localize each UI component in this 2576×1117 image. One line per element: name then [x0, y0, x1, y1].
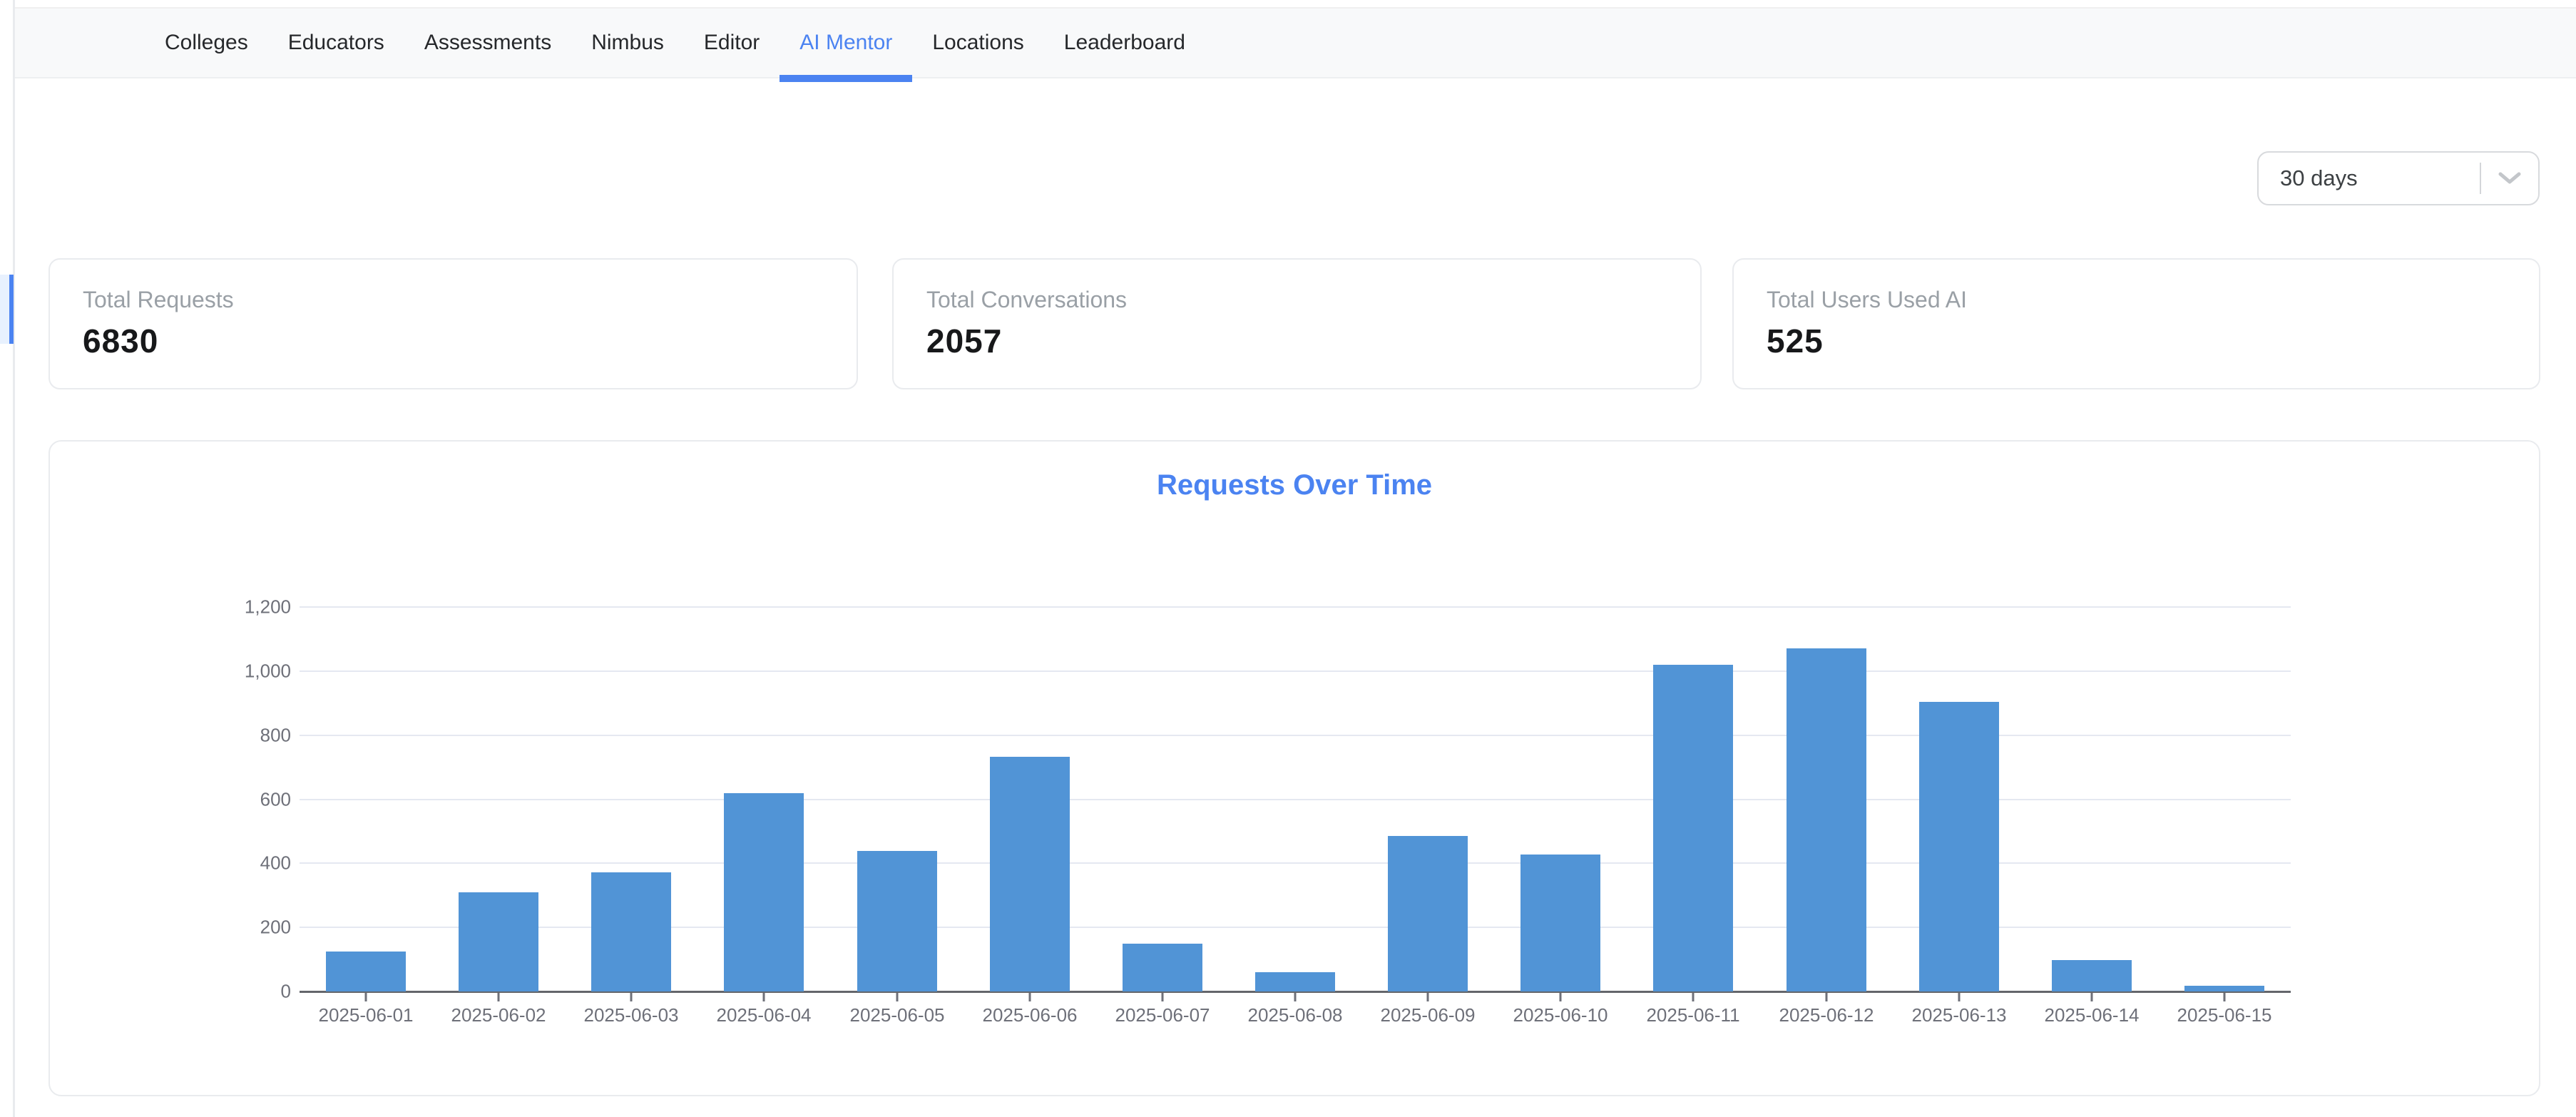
x-axis-tick	[2224, 993, 2226, 1001]
bar-2025-06-12	[1787, 648, 1866, 991]
bar-2025-06-05	[857, 851, 937, 991]
x-axis-label: 2025-06-11	[1646, 1004, 1739, 1026]
bar-2025-06-10	[1520, 855, 1600, 991]
sidebar-selected-item-fragment	[0, 275, 9, 344]
tab-assessments[interactable]: Assessments	[404, 9, 571, 77]
x-axis-tick	[896, 993, 899, 1001]
x-axis-tick	[1427, 993, 1429, 1001]
x-axis-tick	[763, 993, 765, 1001]
bar-2025-06-07	[1123, 944, 1202, 991]
tab-label: Nimbus	[591, 31, 664, 55]
y-axis-label: 600	[191, 789, 291, 811]
bar-2025-06-13	[1919, 702, 1999, 991]
tab-educators[interactable]: Educators	[268, 9, 404, 77]
x-axis-tick	[630, 993, 633, 1001]
date-range-select[interactable]: 30 days	[2257, 151, 2540, 205]
x-axis-label: 2025-06-09	[1381, 1004, 1476, 1026]
date-range-value: 30 days	[2259, 165, 2480, 191]
x-axis-label: 2025-06-06	[983, 1004, 1078, 1026]
y-axis-label: 200	[191, 917, 291, 939]
tab-nimbus[interactable]: Nimbus	[571, 9, 684, 77]
bar-2025-06-14	[2052, 960, 2132, 991]
x-axis-tick	[1560, 993, 1562, 1001]
tab-editor[interactable]: Editor	[684, 9, 780, 77]
x-axis-label: 2025-06-08	[1248, 1004, 1343, 1026]
y-axis-label: 400	[191, 852, 291, 874]
x-axis-tick	[1826, 993, 1828, 1001]
active-tab-underline	[780, 75, 912, 82]
x-axis-label: 2025-06-03	[584, 1004, 679, 1026]
bar-2025-06-02	[459, 892, 538, 991]
x-axis-tick	[1029, 993, 1031, 1001]
x-axis-tick	[1958, 993, 1961, 1001]
bar-2025-06-04	[724, 793, 804, 991]
x-axis-label: 2025-06-04	[717, 1004, 812, 1026]
tab-label: Locations	[932, 31, 1023, 55]
chart-title: Requests Over Time	[48, 469, 2540, 501]
stat-label: Total Conversations	[926, 287, 1700, 313]
left-panel-divider	[13, 0, 15, 1117]
bar-2025-06-11	[1653, 665, 1733, 991]
x-axis-tick	[1294, 993, 1297, 1001]
x-axis-label: 2025-06-05	[850, 1004, 945, 1026]
x-axis-label: 2025-06-02	[451, 1004, 546, 1026]
x-axis-label: 2025-06-10	[1513, 1004, 1608, 1026]
stat-label: Total Requests	[83, 287, 857, 313]
x-axis-label: 2025-06-14	[2045, 1004, 2140, 1026]
tab-label: Leaderboard	[1064, 31, 1185, 55]
tab-colleges[interactable]: Colleges	[145, 9, 268, 77]
ai-mentor-dashboard: Colleges Educators Assessments Nimbus Editor…	[0, 0, 2576, 1117]
bar-2025-06-01	[326, 952, 406, 991]
x-axis-tick	[1162, 993, 1164, 1001]
stat-label: Total Users Used AI	[1767, 287, 2539, 313]
stat-value: 2057	[926, 322, 1700, 360]
stat-card-total-conversations: Total Conversations 2057	[892, 258, 1702, 389]
tab-label: Assessments	[424, 31, 551, 55]
stat-value: 6830	[83, 322, 857, 360]
y-axis-label: 1,000	[191, 660, 291, 683]
x-axis-tick	[365, 993, 367, 1001]
gridline-1000	[300, 670, 2291, 672]
x-axis-label: 2025-06-15	[2177, 1004, 2272, 1026]
stat-card-total-requests: Total Requests 6830	[48, 258, 858, 389]
tab-leaderboard[interactable]: Leaderboard	[1044, 9, 1205, 77]
y-axis-label: 800	[191, 725, 291, 747]
y-axis-label: 1,200	[191, 596, 291, 618]
bar-2025-06-06	[990, 757, 1070, 991]
bar-2025-06-15	[2184, 986, 2264, 991]
x-axis-tick	[1692, 993, 1695, 1001]
x-axis-tick	[2091, 993, 2093, 1001]
stat-card-total-users-used-ai: Total Users Used AI 525	[1732, 258, 2540, 389]
top-tab-bar: Colleges Educators Assessments Nimbus Editor…	[15, 7, 2576, 78]
x-axis-tick	[498, 993, 500, 1001]
bar-2025-06-03	[591, 872, 671, 991]
y-axis-label: 0	[191, 981, 291, 1003]
x-axis-label: 2025-06-07	[1115, 1004, 1210, 1026]
gridline-1200	[300, 606, 2291, 608]
stat-value: 525	[1767, 322, 2539, 360]
sidebar-selected-indicator	[9, 275, 14, 344]
tab-label: Editor	[704, 31, 760, 55]
tab-ai-mentor[interactable]: AI Mentor	[780, 9, 912, 77]
x-axis-label: 2025-06-01	[319, 1004, 414, 1026]
bar-2025-06-09	[1388, 836, 1468, 991]
tab-locations[interactable]: Locations	[912, 9, 1043, 77]
chevron-down-icon	[2481, 171, 2538, 185]
tab-label: AI Mentor	[799, 31, 892, 55]
bar-2025-06-08	[1255, 972, 1335, 991]
tab-label: Educators	[288, 31, 384, 55]
x-axis-label: 2025-06-12	[1779, 1004, 1874, 1026]
x-axis-label: 2025-06-13	[1912, 1004, 2007, 1026]
tab-label: Colleges	[165, 31, 248, 55]
